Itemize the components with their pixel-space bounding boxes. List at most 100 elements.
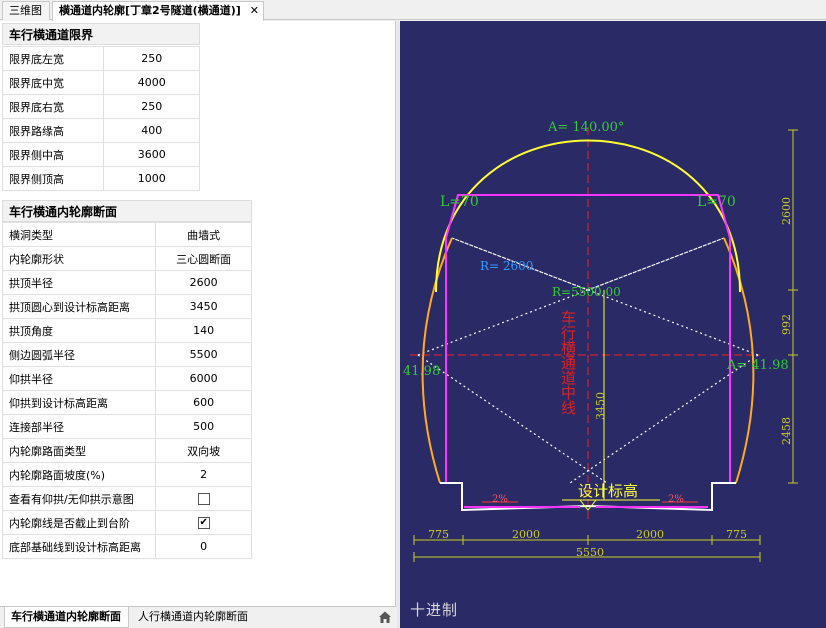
property-value[interactable]: 4000 [103, 70, 200, 95]
table-row[interactable]: 横洞类型 曲墙式 [1, 222, 252, 247]
table-row[interactable]: 拱顶圆心到设计标高距离 3450 [1, 294, 252, 319]
property-label: 限界侧顶高 [1, 166, 105, 191]
property-value[interactable]: 140 [155, 318, 252, 343]
table-row[interactable]: 限界侧顶高 1000 [1, 166, 200, 191]
dim-total-label: 5550 [576, 546, 604, 559]
left-angle-label: 41.98 [403, 364, 440, 379]
property-value[interactable]: 5500 [155, 342, 252, 367]
property-label: 侧边圆弧半径 [1, 342, 157, 367]
property-label: 仰拱到设计标高距离 [1, 390, 157, 415]
dim-vertical-label: 992 [780, 314, 793, 335]
table-row[interactable]: 限界底中宽 4000 [1, 70, 200, 95]
clearance-table: 限界底左宽 250 限界底中宽 4000 限界底右宽 250 限界路缘高 400 限界侧中高 36… [1, 46, 200, 191]
table-row[interactable]: 内轮廓路面类型 双向坡 [1, 438, 252, 463]
table-row[interactable]: 仰拱到设计标高距离 600 [1, 390, 252, 415]
property-label: 限界路缘高 [1, 118, 105, 143]
checkbox[interactable] [197, 493, 210, 505]
checkbox[interactable]: ✔ [197, 517, 210, 529]
property-label: 内轮廓形状 [1, 246, 157, 271]
close-icon[interactable]: ✕ [250, 2, 259, 19]
clearance-section-title: 车行横通道限界 [2, 23, 200, 45]
section-title: 车行横通内轮廓断面 [2, 200, 252, 222]
tunnel-section-drawing: A= 140.00° L=70 L=70 R= 2600 R=5500.00 4… [403, 120, 798, 562]
tab-outline[interactable]: 横通道内轮廓[丁章2号隧道(横通道)] ✕ [52, 1, 264, 21]
property-label: 内轮廓路面坡度(%) [1, 462, 157, 487]
tab-vehicle-section[interactable]: 车行横通道内轮廓断面 [4, 607, 129, 628]
property-label: 横洞类型 [1, 222, 157, 247]
left-length-label: L=70 [440, 194, 479, 210]
property-value[interactable]: 400 [103, 118, 200, 143]
property-label: 连接部半径 [1, 414, 157, 439]
property-value[interactable]: 三心圆断面 [155, 246, 252, 271]
dim-vertical-label: 2600 [780, 197, 793, 225]
center-height-dim: 3450 [594, 392, 607, 420]
right-angle-label: A= 41.98 [726, 358, 789, 373]
table-row[interactable]: 仰拱半径 6000 [1, 366, 252, 391]
property-label: 拱顶圆心到设计标高距离 [1, 294, 157, 319]
radius-top-label: R= 2600 [480, 259, 533, 273]
dim-label: 775 [428, 528, 449, 541]
slope-left-label: 2% [492, 494, 508, 505]
property-value[interactable]: 500 [155, 414, 252, 439]
property-value[interactable]: 双向坡 [155, 438, 252, 463]
radius-center-label: R=5500.00 [552, 285, 621, 299]
tab-outline-label: 横通道内轮廓[丁章2号隧道(横通道)] [59, 4, 241, 17]
property-value[interactable]: 600 [155, 390, 252, 415]
dim-label: 2000 [512, 528, 540, 541]
table-row[interactable]: 连接部半径 500 [1, 414, 252, 439]
section-table: 横洞类型 曲墙式 内轮廓形状 三心圆断面 拱顶半径 2600 拱顶圆心到设计标高距离 3450… [1, 222, 252, 559]
document-tabbar: 三维图 横通道内轮廓[丁章2号隧道(横通道)] ✕ [0, 0, 826, 21]
table-row[interactable]: 限界底左宽 250 [1, 46, 200, 71]
property-value[interactable]: 6000 [155, 366, 252, 391]
centerline-label: 车行横通道中线 [559, 310, 577, 415]
property-value[interactable]: 3600 [103, 142, 200, 167]
table-row[interactable]: 侧边圆弧半径 5500 [1, 342, 252, 367]
table-row[interactable]: 查看有仰拱/无仰拱示意图 [1, 486, 252, 511]
drawing-canvas[interactable]: A= 140.00° L=70 L=70 R= 2600 R=5500.00 4… [400, 21, 826, 628]
property-label: 底部基础线到设计标高距离 [1, 534, 157, 559]
bottom-tabbar: 车行横通道内轮廓断面 人行横通道内轮廓断面 [0, 606, 396, 628]
dim-label: 775 [726, 528, 747, 541]
property-label: 限界底中宽 [1, 70, 105, 95]
property-label: 拱顶角度 [1, 318, 157, 343]
home-icon[interactable] [378, 610, 392, 624]
property-label: 限界侧中高 [1, 142, 105, 167]
table-row[interactable]: 限界侧中高 3600 [1, 142, 200, 167]
property-value[interactable]: 1000 [103, 166, 200, 191]
table-row[interactable]: 拱顶角度 140 [1, 318, 252, 343]
property-value[interactable]: 2 [155, 462, 252, 487]
slope-right-label: 2% [668, 494, 684, 505]
property-panel: 车行横通道限界 限界底左宽 250 限界底中宽 4000 限界底右宽 250 限界路缘高 40… [0, 21, 396, 606]
property-label: 内轮廓线是否截止到台阶 [1, 510, 157, 535]
table-row[interactable]: 内轮廓线是否截止到台阶 ✔ [1, 510, 252, 535]
table-row[interactable]: 限界路缘高 400 [1, 118, 200, 143]
property-value[interactable]: 0 [155, 534, 252, 559]
property-label: 限界底右宽 [1, 94, 105, 119]
table-row[interactable]: 底部基础线到设计标高距离 0 [1, 534, 252, 559]
table-row[interactable]: 内轮廓路面坡度(%) 2 [1, 462, 252, 487]
property-label: 限界底左宽 [1, 46, 105, 71]
property-label: 内轮廓路面类型 [1, 438, 157, 463]
property-value[interactable]: 2600 [155, 270, 252, 295]
number-mode-label: 十进制 [410, 601, 459, 619]
property-checkbox-cell[interactable]: ✔ [155, 510, 252, 535]
tab-pedestrian-section[interactable]: 人行横通道内轮廓断面 [132, 607, 257, 628]
right-length-label: L=70 [697, 194, 736, 210]
property-value[interactable]: 3450 [155, 294, 252, 319]
table-row[interactable]: 拱顶半径 2600 [1, 270, 252, 295]
dim-label: 2000 [636, 528, 664, 541]
property-value[interactable]: 曲墙式 [155, 222, 252, 247]
property-label: 仰拱半径 [1, 366, 157, 391]
table-row[interactable]: 限界底右宽 250 [1, 94, 200, 119]
dim-vertical-label: 2458 [780, 417, 793, 445]
app-window: 三维图 横通道内轮廓[丁章2号隧道(横通道)] ✕ 车行横通道限界 限界底左宽 2… [0, 0, 826, 628]
property-label: 拱顶半径 [1, 270, 157, 295]
property-label: 查看有仰拱/无仰拱示意图 [1, 486, 157, 511]
table-row[interactable]: 内轮廓形状 三心圆断面 [1, 246, 252, 271]
property-value[interactable]: 250 [103, 94, 200, 119]
property-value[interactable]: 250 [103, 46, 200, 71]
tab-3d-view[interactable]: 三维图 [2, 1, 50, 20]
design-level-label: 设计标高 [578, 482, 638, 500]
property-checkbox-cell[interactable] [155, 486, 252, 511]
angle-label: A= 140.00° [547, 120, 624, 135]
